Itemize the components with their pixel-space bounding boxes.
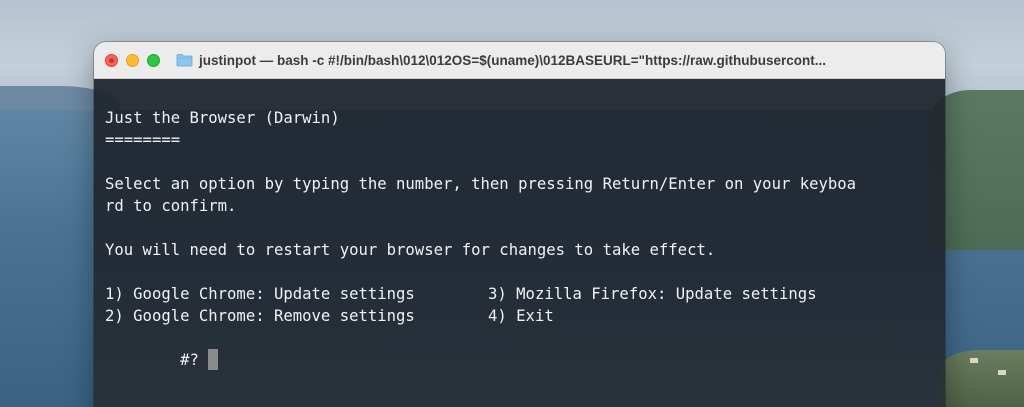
terminal-output: Just the Browser (Darwin) ======== Selec… (105, 107, 945, 370)
close-button[interactable] (105, 53, 118, 67)
terminal-heading: Just the Browser (Darwin) (105, 109, 340, 127)
terminal-heading-underline: ======== (105, 131, 181, 149)
menu-option-1: 1) Google Chrome: Update settings (105, 285, 415, 303)
text-cursor (207, 349, 218, 370)
window-titlebar[interactable]: justinpot — bash -c #!/bin/bash\012\012O… (94, 42, 945, 79)
menu-row: 2) Google Chrome: Remove settings 4) Exi… (105, 305, 945, 327)
instructions-line-1: Select an option by typing the number, t… (105, 175, 857, 193)
terminal-content[interactable]: Just the Browser (Darwin) ======== Selec… (94, 79, 945, 407)
menu-option-4: 4) Exit (488, 307, 554, 325)
prompt-text: #? (180, 351, 199, 369)
menu-option-3: 3) Mozilla Firefox: Update settings (488, 285, 817, 303)
wallpaper-house (970, 358, 978, 363)
window-title: justinpot — bash -c #!/bin/bash\012\012O… (199, 52, 827, 68)
folder-icon (176, 54, 193, 67)
traffic-lights (105, 53, 168, 67)
window-title-wrap: justinpot — bash -c #!/bin/bash\012\012O… (176, 53, 826, 68)
instructions-line-2: rd to confirm. (105, 197, 237, 215)
menu-row: 1) Google Chrome: Update settings 3) Moz… (105, 283, 945, 305)
terminal-window: justinpot — bash -c #!/bin/bash\012\012O… (94, 42, 945, 407)
wallpaper-house (998, 370, 1006, 375)
restart-note: You will need to restart your browser fo… (105, 241, 716, 259)
minimize-button[interactable] (126, 53, 139, 67)
menu-option-2: 2) Google Chrome: Remove settings (105, 307, 415, 325)
prompt-line[interactable]: #? (105, 327, 945, 370)
wallpaper-shore (940, 350, 1024, 407)
maximize-button[interactable] (147, 53, 160, 67)
